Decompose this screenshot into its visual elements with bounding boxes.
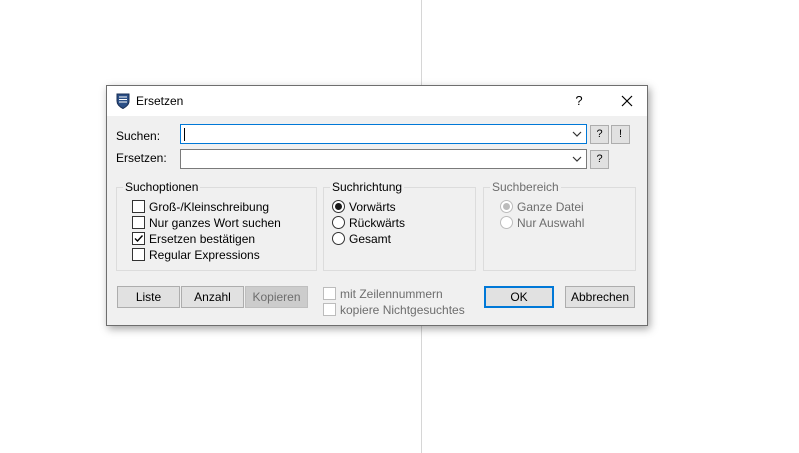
check-icon [134, 235, 144, 243]
radio-label: Gesamt [349, 231, 392, 246]
search-label: Suchen: [116, 129, 161, 143]
checkbox-label: Groß-/Kleinschreibung [149, 199, 270, 214]
checkbox-copy-unmatched: kopiere Nichtgesuchtes [323, 302, 465, 317]
checkbox-label: Nur ganzes Wort suchen [149, 215, 281, 230]
checkbox-box [323, 303, 336, 316]
replace-label: Ersetzen: [116, 151, 167, 165]
radio-button[interactable] [332, 216, 345, 229]
copy-button: Kopieren [245, 286, 308, 308]
replace-dialog: Ersetzen ? Suchen: ? ! Ersetzen: ? Sucho… [106, 85, 648, 326]
replace-help-button[interactable]: ? [590, 150, 609, 169]
radio-backward[interactable]: Rückwärts [332, 215, 405, 230]
checkbox-label: kopiere Nichtgesuchtes [340, 302, 465, 317]
cancel-button[interactable]: Abbrechen [565, 286, 635, 308]
search-range-group: Suchbereich Ganze Datei Nur Auswahl [483, 180, 636, 271]
radio-button [500, 200, 513, 213]
radio-whole-file: Ganze Datei [500, 199, 584, 214]
radio-label: Rückwärts [349, 215, 406, 230]
dialog-title: Ersetzen [136, 94, 184, 108]
search-direction-group: Suchrichtung Vorwärts Rückwärts Gesamt [323, 180, 476, 271]
radio-label: Nur Auswahl [517, 215, 585, 230]
checkbox-box[interactable] [132, 216, 145, 229]
ok-button[interactable]: OK [484, 286, 554, 308]
checkbox-whole-word[interactable]: Nur ganzes Wort suchen [132, 215, 281, 230]
chevron-down-icon[interactable] [572, 154, 582, 164]
close-button[interactable] [613, 91, 641, 111]
search-special-button[interactable]: ! [611, 125, 630, 144]
checkbox-confirm-replace[interactable]: Ersetzen bestätigen [132, 231, 255, 246]
text-cursor [184, 128, 185, 141]
checkbox-label: Regular Expressions [149, 247, 260, 262]
checkbox-box[interactable] [132, 248, 145, 261]
list-button[interactable]: Liste [117, 286, 180, 308]
checkbox-line-numbers: mit Zeilennummern [323, 286, 443, 301]
count-button[interactable]: Anzahl [181, 286, 244, 308]
radio-dot [335, 203, 342, 210]
checkbox-case-sensitive[interactable]: Groß-/Kleinschreibung [132, 199, 269, 214]
radio-entire[interactable]: Gesamt [332, 231, 391, 246]
radio-label: Vorwärts [349, 199, 396, 214]
radio-button [500, 216, 513, 229]
search-help-button[interactable]: ? [590, 125, 609, 144]
checkbox-box[interactable] [132, 232, 145, 245]
search-range-title: Suchbereich [490, 180, 561, 194]
checkbox-box[interactable] [132, 200, 145, 213]
checkbox-box [323, 287, 336, 300]
title-bar[interactable]: Ersetzen ? [107, 86, 647, 116]
checkbox-label: mit Zeilennummern [340, 286, 443, 301]
radio-forward[interactable]: Vorwärts [332, 199, 396, 214]
help-button[interactable]: ? [565, 91, 593, 111]
replace-combobox[interactable] [180, 149, 587, 169]
search-combobox[interactable] [180, 124, 587, 144]
radio-button[interactable] [332, 232, 345, 245]
checkbox-regex[interactable]: Regular Expressions [132, 247, 260, 262]
close-icon [621, 95, 633, 107]
radio-label: Ganze Datei [517, 199, 584, 214]
shield-icon [116, 93, 130, 109]
search-options-group: Suchoptionen Groß-/Kleinschreibung Nur g… [116, 180, 317, 271]
radio-dot [503, 203, 510, 210]
search-options-title: Suchoptionen [123, 180, 201, 194]
chevron-down-icon[interactable] [572, 129, 582, 139]
radio-selection-only: Nur Auswahl [500, 215, 584, 230]
radio-button[interactable] [332, 200, 345, 213]
checkbox-label: Ersetzen bestätigen [149, 231, 256, 246]
search-direction-title: Suchrichtung [330, 180, 405, 194]
